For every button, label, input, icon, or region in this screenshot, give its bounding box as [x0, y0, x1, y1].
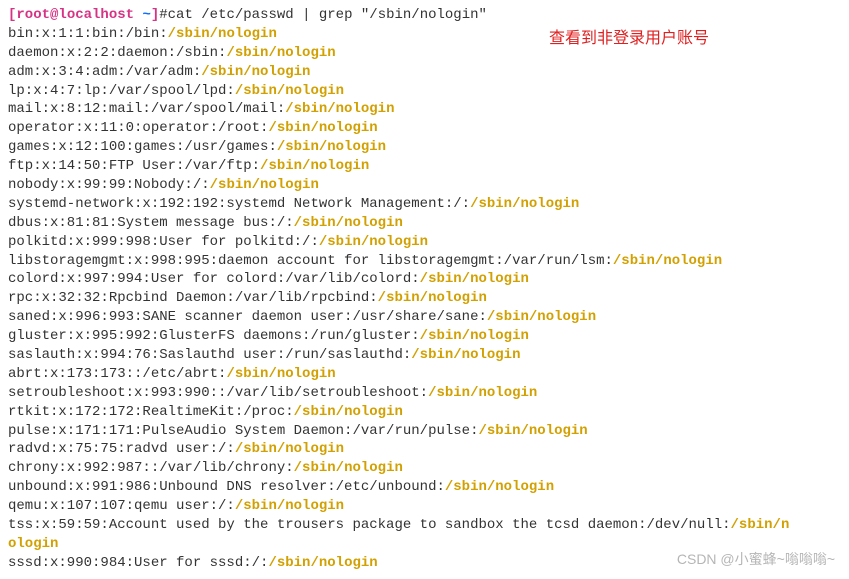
line-prefix: nobody:x:99:99:Nobody:/:: [8, 177, 210, 193]
nologin-token: /sbin/nologin: [226, 45, 335, 61]
nologin-token: /sbin/nologin: [235, 498, 344, 514]
nologin-token: /sbin/nologin: [285, 101, 394, 117]
output-line-wrap: ologin: [8, 535, 841, 554]
line-prefix: daemon:x:2:2:daemon:/sbin:: [8, 45, 226, 61]
line-prefix: mail:x:8:12:mail:/var/spool/mail:: [8, 101, 285, 117]
line-prefix: operator:x:11:0:operator:/root:: [8, 120, 268, 136]
line-prefix: polkitd:x:999:998:User for polkitd:/:: [8, 234, 319, 250]
line-prefix: dbus:x:81:81:System message bus:/:: [8, 215, 294, 231]
nologin-token: /sbin/nologin: [613, 253, 722, 269]
output-line: dbus:x:81:81:System message bus:/:/sbin/…: [8, 214, 841, 233]
output-line: polkitd:x:999:998:User for polkitd:/:/sb…: [8, 233, 841, 252]
output-line: tss:x:59:59:Account used by the trousers…: [8, 516, 841, 535]
prompt-cwd: ~: [142, 7, 150, 23]
line-prefix: pulse:x:171:171:PulseAudio System Daemon…: [8, 423, 478, 439]
line-prefix: saslauth:x:994:76:Saslauthd user:/run/sa…: [8, 347, 411, 363]
line-prefix: gluster:x:995:992:GlusterFS daemons:/run…: [8, 328, 420, 344]
line-prefix: ftp:x:14:50:FTP User:/var/ftp:: [8, 158, 260, 174]
line-prefix: rtkit:x:172:172:RealtimeKit:/proc:: [8, 404, 294, 420]
line-prefix: tss:x:59:59:Account used by the trousers…: [8, 517, 731, 533]
output-line: saslauth:x:994:76:Saslauthd user:/run/sa…: [8, 346, 841, 365]
line-prefix: chrony:x:992:987::/var/lib/chrony:: [8, 460, 294, 476]
output-line: qemu:x:107:107:qemu user:/:/sbin/nologin: [8, 497, 841, 516]
output-line: pulse:x:171:171:PulseAudio System Daemon…: [8, 422, 841, 441]
line-prefix: unbound:x:991:986:Unbound DNS resolver:/…: [8, 479, 445, 495]
nologin-token: /sbin/nologin: [420, 271, 529, 287]
nologin-token: ologin: [8, 536, 58, 552]
output-line: lp:x:4:7:lp:/var/spool/lpd:/sbin/nologin: [8, 82, 841, 101]
nologin-token: /sbin/nologin: [294, 404, 403, 420]
line-prefix: radvd:x:75:75:radvd user:/:: [8, 441, 235, 457]
output-line: unbound:x:991:986:Unbound DNS resolver:/…: [8, 478, 841, 497]
nologin-token: /sbin/nologin: [378, 290, 487, 306]
line-prefix: bin:x:1:1:bin:/bin:: [8, 26, 168, 42]
nologin-token: /sbin/nologin: [226, 366, 335, 382]
line-prefix: libstoragemgmt:x:998:995:daemon account …: [8, 253, 613, 269]
nologin-token: /sbin/nologin: [428, 385, 537, 401]
output-line: libstoragemgmt:x:998:995:daemon account …: [8, 252, 841, 271]
nologin-token: /sbin/nologin: [277, 139, 386, 155]
nologin-token: /sbin/nologin: [294, 215, 403, 231]
nologin-token: /sbin/nologin: [168, 26, 277, 42]
line-prefix: adm:x:3:4:adm:/var/adm:: [8, 64, 201, 80]
nologin-token: /sbin/nologin: [235, 83, 344, 99]
prompt-close-bracket: ]: [151, 7, 159, 23]
nologin-token: /sbin/n: [731, 517, 790, 533]
output-line: colord:x:997:994:User for colord:/var/li…: [8, 270, 841, 289]
output-line: rpc:x:32:32:Rpcbind Daemon:/var/lib/rpcb…: [8, 289, 841, 308]
output-line: rtkit:x:172:172:RealtimeKit:/proc:/sbin/…: [8, 403, 841, 422]
command-text: cat /etc/passwd | grep "/sbin/nologin": [168, 7, 487, 23]
nologin-token: /sbin/nologin: [260, 158, 369, 174]
output-line: mail:x:8:12:mail:/var/spool/mail:/sbin/n…: [8, 100, 841, 119]
output-line: systemd-network:x:192:192:systemd Networ…: [8, 195, 841, 214]
output-line: adm:x:3:4:adm:/var/adm:/sbin/nologin: [8, 63, 841, 82]
nologin-token: /sbin/nologin: [445, 479, 554, 495]
output-line: setroubleshoot:x:993:990::/var/lib/setro…: [8, 384, 841, 403]
line-prefix: setroubleshoot:x:993:990::/var/lib/setro…: [8, 385, 428, 401]
nologin-token: /sbin/nologin: [470, 196, 579, 212]
line-prefix: qemu:x:107:107:qemu user:/:: [8, 498, 235, 514]
line-prefix: rpc:x:32:32:Rpcbind Daemon:/var/lib/rpcb…: [8, 290, 378, 306]
nologin-token: /sbin/nologin: [201, 64, 310, 80]
output-line: ftp:x:14:50:FTP User:/var/ftp:/sbin/nolo…: [8, 157, 841, 176]
output-line: nobody:x:99:99:Nobody:/:/sbin/nologin: [8, 176, 841, 195]
output-line: sssd:x:990:984:User for sssd:/:/sbin/nol…: [8, 554, 841, 573]
output-line: saned:x:996:993:SANE scanner daemon user…: [8, 308, 841, 327]
nologin-token: /sbin/nologin: [268, 555, 377, 571]
nologin-token: /sbin/nologin: [268, 120, 377, 136]
nologin-token: /sbin/nologin: [487, 309, 596, 325]
nologin-token: /sbin/nologin: [411, 347, 520, 363]
prompt-hash: #: [159, 7, 167, 23]
output-line: radvd:x:75:75:radvd user:/:/sbin/nologin: [8, 440, 841, 459]
nologin-token: /sbin/nologin: [210, 177, 319, 193]
line-prefix: colord:x:997:994:User for colord:/var/li…: [8, 271, 420, 287]
output-line: bin:x:1:1:bin:/bin:/sbin/nologin: [8, 25, 841, 44]
nologin-token: /sbin/nologin: [235, 441, 344, 457]
prompt-line: [root@localhost ~]#cat /etc/passwd | gre…: [8, 6, 841, 25]
nologin-token: /sbin/nologin: [319, 234, 428, 250]
terminal-output: [root@localhost ~]#cat /etc/passwd | gre…: [8, 6, 841, 573]
line-prefix: games:x:12:100:games:/usr/games:: [8, 139, 277, 155]
line-prefix: lp:x:4:7:lp:/var/spool/lpd:: [8, 83, 235, 99]
line-prefix: abrt:x:173:173::/etc/abrt:: [8, 366, 226, 382]
nologin-token: /sbin/nologin: [478, 423, 587, 439]
output-line: abrt:x:173:173::/etc/abrt:/sbin/nologin: [8, 365, 841, 384]
line-prefix: saned:x:996:993:SANE scanner daemon user…: [8, 309, 487, 325]
nologin-token: /sbin/nologin: [420, 328, 529, 344]
annotation-text: 查看到非登录用户账号: [549, 28, 709, 50]
prompt-user-host: root@localhost: [16, 7, 142, 23]
output-line: gluster:x:995:992:GlusterFS daemons:/run…: [8, 327, 841, 346]
output-line: operator:x:11:0:operator:/root:/sbin/nol…: [8, 119, 841, 138]
line-prefix: systemd-network:x:192:192:systemd Networ…: [8, 196, 470, 212]
output-line: chrony:x:992:987::/var/lib/chrony:/sbin/…: [8, 459, 841, 478]
output-line: daemon:x:2:2:daemon:/sbin:/sbin/nologin: [8, 44, 841, 63]
line-prefix: sssd:x:990:984:User for sssd:/:: [8, 555, 268, 571]
output-line: games:x:12:100:games:/usr/games:/sbin/no…: [8, 138, 841, 157]
nologin-token: /sbin/nologin: [294, 460, 403, 476]
